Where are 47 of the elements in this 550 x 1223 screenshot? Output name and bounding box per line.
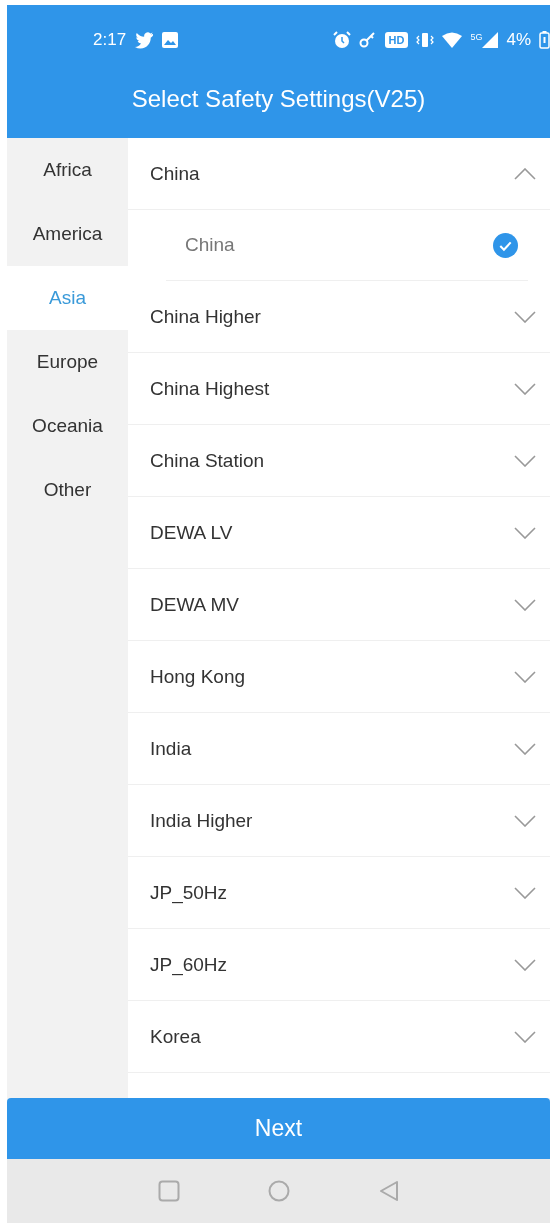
- chevron-down-icon: [514, 454, 536, 467]
- chevron-down-icon: [514, 598, 536, 611]
- setting-group[interactable]: DEWA LV: [128, 497, 550, 569]
- setting-group[interactable]: India: [128, 713, 550, 785]
- signal-icon: [482, 32, 499, 48]
- chevron-down-icon: [514, 742, 536, 755]
- setting-group[interactable]: JP_50Hz: [128, 857, 550, 929]
- chevron-down-icon: [514, 526, 536, 539]
- image-icon: [162, 32, 179, 48]
- setting-group[interactable]: India Higher: [128, 785, 550, 857]
- setting-group[interactable]: China Higher: [128, 281, 550, 353]
- chevron-down-icon: [514, 670, 536, 683]
- setting-group[interactable]: JP_60Hz: [128, 929, 550, 1001]
- battery-percent: 4%: [506, 30, 531, 50]
- setting-group[interactable]: China Station: [128, 425, 550, 497]
- chevron-down-icon: [514, 310, 536, 323]
- network-label: 5G: [470, 32, 483, 42]
- region-tab[interactable]: Africa: [7, 138, 128, 202]
- home-nav-icon[interactable]: [267, 1180, 290, 1202]
- region-tab[interactable]: Europe: [7, 330, 128, 394]
- page-title: Select Safety Settings(V25): [131, 85, 426, 113]
- vibrate-icon: [416, 32, 435, 48]
- chevron-down-icon: [514, 814, 536, 827]
- key-icon: [358, 32, 377, 48]
- region-tab[interactable]: Oceania: [7, 394, 128, 458]
- setting-group[interactable]: China Highest: [128, 353, 550, 425]
- square-nav-icon[interactable]: [157, 1180, 180, 1202]
- chevron-down-icon: [514, 886, 536, 899]
- wifi-icon: [442, 32, 463, 48]
- setting-group[interactable]: China: [128, 138, 550, 210]
- alarm-clock-icon: [332, 31, 351, 49]
- back-nav-icon[interactable]: [377, 1180, 400, 1202]
- bird-icon: [134, 31, 155, 49]
- status-time: 2:17: [93, 30, 127, 50]
- setting-group[interactable]: Hong Kong: [128, 641, 550, 713]
- region-tab[interactable]: Other: [7, 458, 128, 522]
- chevron-up-icon: [514, 167, 536, 180]
- setting-group[interactable]: DEWA MV: [128, 569, 550, 641]
- hd-badge: HD: [384, 32, 409, 48]
- region-tab[interactable]: America: [7, 202, 128, 266]
- setting-option[interactable]: China: [166, 210, 528, 281]
- check-icon[interactable]: [493, 232, 518, 258]
- chevron-down-icon: [514, 958, 536, 971]
- chevron-down-icon: [514, 382, 536, 395]
- chevron-down-icon: [514, 1030, 536, 1043]
- battery-icon: [539, 31, 550, 49]
- setting-group[interactable]: Korea: [128, 1001, 550, 1073]
